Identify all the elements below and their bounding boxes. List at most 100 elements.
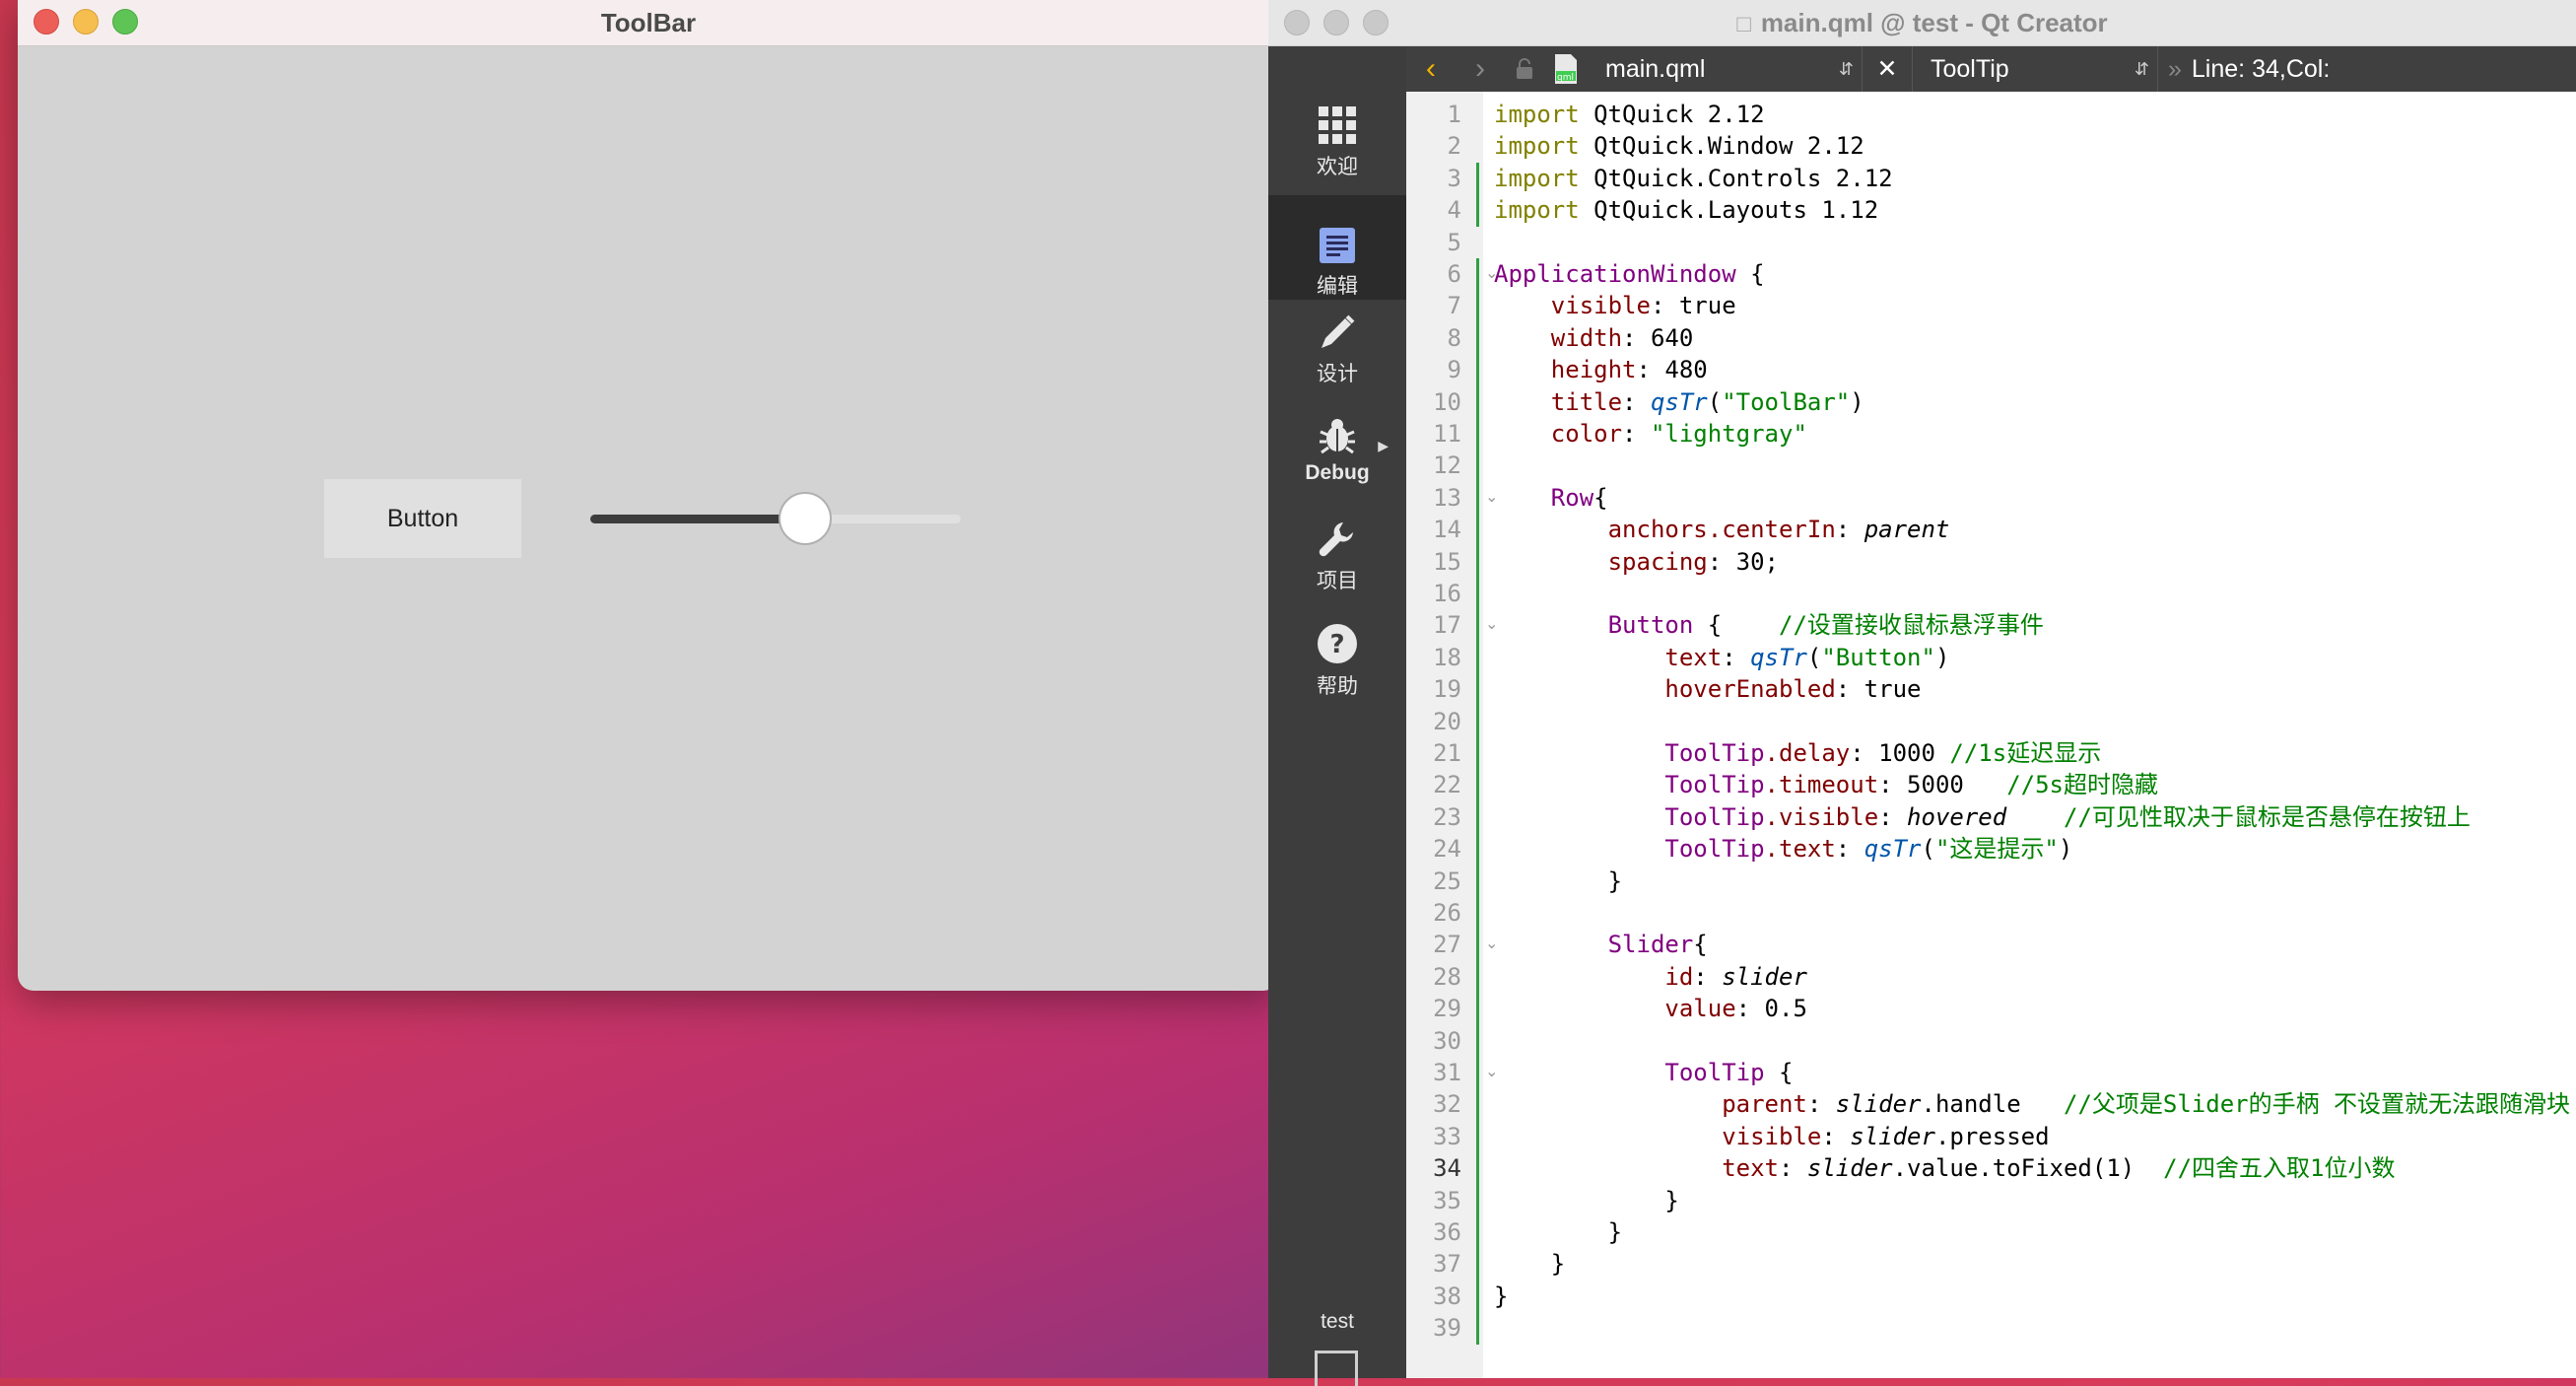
back-arrow-icon[interactable]: ‹ — [1406, 52, 1456, 86]
svg-text:?: ? — [1329, 630, 1344, 659]
line-number: 7 — [1447, 292, 1461, 320]
cursor-position[interactable]: » Line: 34,Col: — [2157, 46, 2330, 92]
line-number: 17 — [1433, 611, 1461, 640]
line-number: 22 — [1433, 771, 1461, 799]
qt-creator-window: □ main.qml @ test - Qt Creator ‹ › qml ma… — [1268, 0, 2576, 1386]
project-selector[interactable]: test — [1268, 1310, 1406, 1334]
line-number: 39 — [1433, 1314, 1461, 1343]
code-editor[interactable]: import QtQuick 2.12 import QtQuick.Window… — [1483, 92, 2576, 1378]
code-line[interactable]: } — [1494, 1281, 1508, 1312]
code-line[interactable]: import QtQuick.Window 2.12 — [1494, 130, 1864, 162]
current-file-name: main.qml — [1605, 54, 1706, 83]
slider-fill — [590, 515, 806, 523]
code-line[interactable]: import QtQuick 2.12 — [1494, 99, 1765, 130]
line-number: 13 — [1433, 483, 1461, 512]
code-line[interactable]: Slider{ — [1494, 929, 1708, 960]
code-line[interactable]: ToolTip.delay: 1000 //1s延迟显示 — [1494, 737, 2101, 769]
code-line[interactable]: } — [1494, 1185, 1678, 1216]
bug-icon — [1320, 419, 1355, 454]
code-line[interactable]: text: qsTr("Button") — [1494, 642, 1949, 673]
change-marker — [1476, 258, 1479, 1345]
fold-chevron-icon[interactable]: ⌄ — [1485, 609, 1501, 641]
fold-chevron-icon[interactable]: ⌄ — [1485, 1057, 1501, 1088]
mode-design[interactable]: 设计 — [1268, 312, 1406, 411]
code-line[interactable]: text: slider.value.toFixed(1) //四舍五入取1位小… — [1494, 1152, 2395, 1184]
mode-edit[interactable]: 编辑 — [1268, 195, 1406, 300]
change-marker — [1476, 162, 1479, 227]
line-number: 12 — [1433, 451, 1461, 480]
line-number: 18 — [1433, 643, 1461, 671]
code-line[interactable]: anchors.centerIn: parent — [1494, 514, 1950, 545]
code-line[interactable]: hoverEnabled: true — [1494, 673, 1921, 705]
fold-chevron-icon[interactable]: ⌄ — [1485, 482, 1501, 514]
code-line[interactable]: ApplicationWindow { — [1494, 258, 1765, 290]
line-number: 5 — [1447, 228, 1461, 256]
code-line[interactable]: id: slider — [1494, 961, 1807, 993]
zoom-window-button[interactable] — [1363, 10, 1389, 35]
demo-button[interactable]: Button — [324, 479, 521, 558]
mode-projects[interactable]: 项目 — [1268, 520, 1406, 618]
submenu-arrow-icon[interactable]: ▶ — [1378, 438, 1389, 454]
line-number: 11 — [1433, 420, 1461, 448]
code-line[interactable]: width: 640 — [1494, 322, 1694, 354]
code-line[interactable]: value: 0.5 — [1494, 993, 1807, 1024]
line-number: 16 — [1433, 580, 1461, 607]
open-documents-dropdown[interactable]: main.qml ⇵ — [1588, 55, 1862, 84]
code-line[interactable]: visible: slider.pressed — [1494, 1121, 2049, 1152]
close-window-button[interactable] — [1284, 10, 1310, 35]
monitor-icon[interactable] — [1315, 1351, 1358, 1386]
mode-help[interactable]: ? 帮助 — [1268, 623, 1406, 722]
code-line[interactable]: height: 480 — [1494, 354, 1708, 385]
document-icon: □ — [1736, 10, 1751, 37]
code-line[interactable]: import QtQuick.Layouts 1.12 — [1494, 194, 1878, 226]
mode-label: 设计 — [1317, 363, 1358, 385]
code-line[interactable]: spacing: 30; — [1494, 546, 1779, 578]
close-document-icon[interactable]: ✕ — [1862, 46, 1913, 92]
fold-chevron-icon[interactable]: ⌄ — [1485, 929, 1501, 960]
minimize-window-button[interactable] — [1323, 10, 1349, 35]
code-line[interactable]: Button { //设置接收鼠标悬浮事件 — [1494, 609, 2044, 641]
close-window-button[interactable] — [34, 9, 59, 35]
app-titlebar: ToolBar — [18, 0, 1279, 46]
line-number: 2 — [1447, 132, 1461, 161]
code-line[interactable]: parent: slider.handle //父项是Slider的手柄 不设置… — [1494, 1088, 2570, 1120]
line-number: 19 — [1433, 675, 1461, 704]
mode-welcome[interactable]: 欢迎 — [1268, 105, 1406, 204]
line-number: 34 — [1433, 1154, 1461, 1183]
forward-arrow-icon[interactable]: › — [1456, 52, 1505, 86]
code-line[interactable]: ToolTip.text: qsTr("这是提示") — [1494, 833, 2072, 865]
code-line[interactable]: import QtQuick.Controls 2.12 — [1494, 163, 1893, 194]
qt-titlebar: □ main.qml @ test - Qt Creator — [1268, 0, 2576, 46]
line-number: 27 — [1433, 931, 1461, 959]
line-number: 36 — [1433, 1218, 1461, 1246]
code-line[interactable]: } — [1494, 1248, 1565, 1280]
code-line[interactable]: ToolTip.timeout: 5000 //5s超时隐藏 — [1494, 769, 2158, 800]
code-line[interactable]: color: "lightgray" — [1494, 418, 1807, 450]
slider-handle[interactable] — [779, 492, 833, 545]
code-line[interactable]: } — [1494, 866, 1622, 897]
code-line[interactable]: title: qsTr("ToolBar") — [1494, 386, 1864, 418]
fold-chevron-icon[interactable]: ⌄ — [1485, 258, 1501, 290]
code-line[interactable]: ToolTip { — [1494, 1057, 1793, 1088]
code-line[interactable]: visible: true — [1494, 290, 1736, 321]
value-slider[interactable] — [590, 492, 961, 545]
minimize-window-button[interactable] — [73, 9, 99, 35]
editor-toolbar: ‹ › qml main.qml ⇵ ✕ ToolTip ⇵ » Line: 34… — [1406, 46, 2576, 92]
line-number: 14 — [1433, 516, 1461, 544]
svg-text:qml: qml — [1557, 73, 1574, 83]
window-title: □ main.qml @ test - Qt Creator — [1736, 8, 2107, 38]
code-line[interactable]: Row{ — [1494, 482, 1608, 514]
cursor-position-text: Line: 34,Col: — [2191, 54, 2331, 83]
grid-icon — [1319, 106, 1356, 144]
mode-label: Debug — [1305, 461, 1370, 484]
lock-icon[interactable] — [1505, 58, 1544, 80]
zoom-window-button[interactable] — [112, 9, 138, 35]
code-line[interactable]: ToolTip.visible: hovered //可见性取决于鼠标是否悬停在… — [1494, 801, 2471, 833]
window-title: ToolBar — [600, 7, 697, 37]
updown-chevron-icon: ⇵ — [1838, 58, 1854, 79]
line-number: 33 — [1433, 1122, 1461, 1150]
symbol-dropdown[interactable]: ToolTip ⇵ — [1913, 55, 2157, 84]
mode-debug[interactable]: Debug ▶ — [1268, 416, 1406, 515]
code-line[interactable]: } — [1494, 1216, 1622, 1248]
help-icon: ? — [1318, 624, 1357, 663]
